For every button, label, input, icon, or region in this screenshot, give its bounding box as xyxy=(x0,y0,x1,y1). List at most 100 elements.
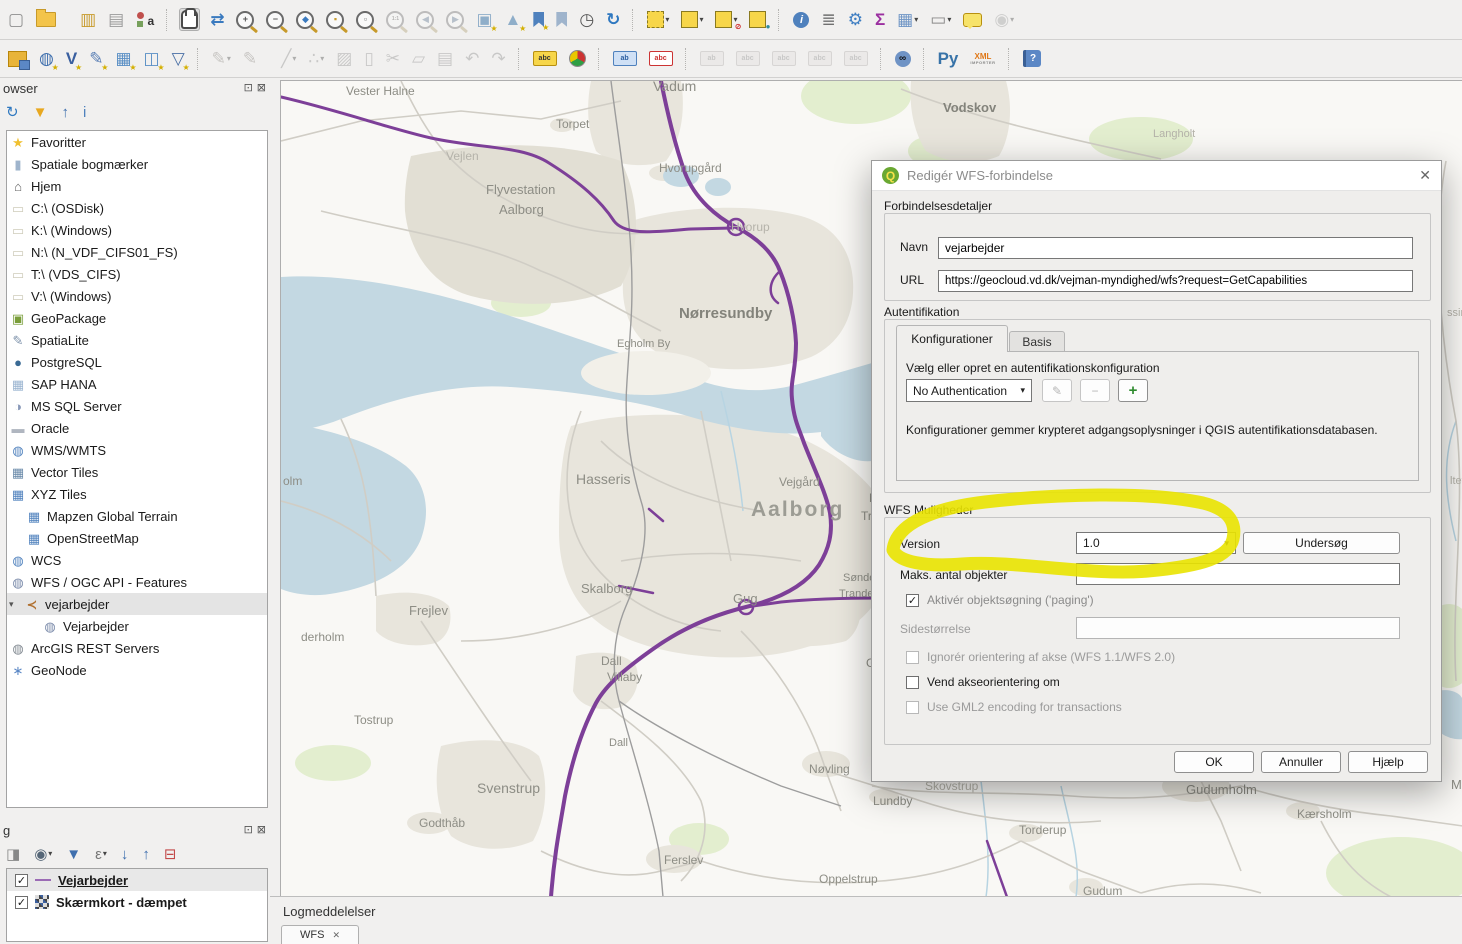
browser-item-spatialite[interactable]: ✎SpatiaLite xyxy=(7,329,267,351)
browser-item-wcs[interactable]: ◍WCS xyxy=(7,549,267,571)
xml-importer-button[interactable]: XMLIMPORTER xyxy=(968,51,997,67)
paging-checkbox-row[interactable]: ✓ Aktivér objektsøgning ('paging') xyxy=(906,593,1094,607)
detect-version-button[interactable]: Undersøg xyxy=(1243,532,1400,554)
invert-axis-checkbox-row[interactable]: Vend akseorientering om xyxy=(906,675,1060,689)
auth-config-select[interactable]: No Authentication ▾ xyxy=(906,379,1032,402)
zoom-in-button[interactable]: + xyxy=(234,9,256,31)
vertex-tool-button[interactable]: ∴▾ xyxy=(306,48,326,69)
map-tips-button[interactable] xyxy=(961,11,984,29)
expand-all-button[interactable]: ↓ xyxy=(119,845,131,864)
osm-place-search-button[interactable]: ∞ xyxy=(893,49,913,69)
run-feature-action-dropdown-icon[interactable]: ▾ xyxy=(1010,16,1014,24)
browser-item-mapzen-global-terrain[interactable]: ▦Mapzen Global Terrain xyxy=(7,505,267,527)
browser-item-spatiale-bogmærker[interactable]: ▮Spatiale bogmærker xyxy=(7,153,267,175)
new-3d-map-view-button[interactable]: ▲★ xyxy=(503,9,524,30)
add-postgis-layer-button[interactable]: ▦★ xyxy=(113,48,133,69)
rotate-label-button[interactable]: abc xyxy=(806,49,834,68)
manage-map-themes-button[interactable]: ◉▾ xyxy=(32,845,54,864)
auth-remove-button[interactable]: − xyxy=(1080,379,1110,402)
new-print-layout-button[interactable]: ▥ xyxy=(78,9,98,30)
temporal-controller-button[interactable]: ◷ xyxy=(577,9,596,30)
pan-map-button[interactable] xyxy=(179,8,200,31)
browser-item-favoritter[interactable]: ★Favoritter xyxy=(7,131,267,153)
identify-features-button[interactable]: i xyxy=(791,10,811,30)
version-select[interactable]: 1.0 ▾ xyxy=(1076,532,1236,554)
zoom-to-selection-button[interactable]: ▪ xyxy=(324,9,346,31)
layer-labeling-options-button[interactable]: abc xyxy=(531,49,559,68)
select-by-location-button[interactable]: ● xyxy=(747,9,768,30)
project-save-button[interactable] xyxy=(66,18,70,22)
tab-configurations[interactable]: Konfigurationer xyxy=(896,325,1008,352)
ok-button[interactable]: OK xyxy=(1174,751,1254,773)
filter-legend-button[interactable]: ▼ xyxy=(64,845,83,864)
layer-item-skærmkort-dæmpet[interactable]: ✓Skærmkort - dæmpet xyxy=(7,891,267,913)
browser-item-vejarbejder[interactable]: ◍Vejarbejder xyxy=(7,615,267,637)
dialog-close-button[interactable]: ✕ xyxy=(1419,167,1431,184)
url-input[interactable] xyxy=(938,270,1413,292)
statistics-abacus-button[interactable]: ≣ xyxy=(819,9,837,30)
cancel-button[interactable]: Annuller xyxy=(1261,751,1341,773)
new-shapefile-layer-button[interactable]: ▽★ xyxy=(170,48,187,69)
toggle-editing-button[interactable]: ✎ xyxy=(241,48,259,69)
zoom-native-resolution-button[interactable]: 1:1 xyxy=(384,9,406,31)
browser-item-postgresql[interactable]: ●PostgreSQL xyxy=(7,351,267,373)
layout-manager-button[interactable]: ▤ xyxy=(106,9,126,30)
browser-item-sap-hana[interactable]: ▦SAP HANA xyxy=(7,373,267,395)
help-contents-button[interactable]: ? xyxy=(1021,48,1043,69)
project-new-button[interactable]: ▢ xyxy=(6,9,26,30)
copy-features-button[interactable]: ▱ xyxy=(410,48,427,69)
pin-labels-button[interactable]: ab xyxy=(611,49,639,68)
vertex-tool-dropdown-icon[interactable]: ▾ xyxy=(320,55,324,63)
browser-item-k-windows[interactable]: ▭K:\ (Windows) xyxy=(7,219,267,241)
open-layer-styling-button[interactable]: ◨ xyxy=(4,845,22,864)
tab-basic[interactable]: Basis xyxy=(1009,331,1065,352)
select-features-by-value-button[interactable]: ▾ xyxy=(679,9,705,30)
zoom-full-extent-button[interactable]: ◆ xyxy=(294,9,316,31)
zoom-out-button[interactable]: − xyxy=(264,9,286,31)
manage-map-themes-dropdown-icon[interactable]: ▾ xyxy=(48,850,52,858)
layer-diagram-options-button[interactable] xyxy=(567,48,588,69)
redo-button[interactable]: ↷ xyxy=(489,48,507,69)
expander-icon[interactable]: ▾ xyxy=(9,599,19,610)
browser-item-hjem[interactable]: ⌂Hjem xyxy=(7,175,267,197)
browser-properties-button[interactable]: i xyxy=(81,103,88,122)
paste-features-button[interactable]: ▤ xyxy=(435,48,455,69)
layer-visibility-checkbox[interactable]: ✓ xyxy=(15,896,28,909)
layer-item-vejarbejder[interactable]: ✓Vejarbejder xyxy=(7,869,267,891)
modify-attributes-button[interactable]: ▨ xyxy=(334,48,354,69)
options-gear-button[interactable]: ⚙ xyxy=(846,9,865,30)
browser-item-n-n-vdf-cifs01-fs[interactable]: ▭N:\ (N_VDF_CIFS01_FS) xyxy=(7,241,267,263)
digitize-segment-dropdown-icon[interactable]: ▾ xyxy=(292,55,296,63)
undo-button[interactable]: ↶ xyxy=(463,48,481,69)
browser-refresh-button[interactable]: ↻ xyxy=(4,103,21,122)
refresh-map-button[interactable]: ↻ xyxy=(604,9,622,30)
save-layer-edits-button[interactable] xyxy=(267,57,271,61)
python-console-button[interactable]: Py xyxy=(936,48,961,69)
zoom-next-button[interactable]: ▶ xyxy=(444,9,466,31)
dialog-titlebar[interactable]: Q Redigér WFS-forbindelse ✕ xyxy=(872,161,1441,191)
show-hide-labels-button[interactable]: abc xyxy=(734,49,762,68)
browser-item-oracle[interactable]: ▬Oracle xyxy=(7,417,267,439)
zoom-last-button[interactable]: ◀ xyxy=(414,9,436,31)
select-features-dropdown-icon[interactable]: ▾ xyxy=(665,16,669,24)
browser-item-geopackage[interactable]: ▣GeoPackage xyxy=(7,307,267,329)
browser-item-v-windows[interactable]: ▭V:\ (Windows) xyxy=(7,285,267,307)
highlight-pinned-labels-button[interactable]: abc xyxy=(647,49,675,68)
browser-item-wfs-ogc-api-features[interactable]: ◍WFS / OGC API - Features xyxy=(7,571,267,593)
browser-item-xyz-tiles[interactable]: ▦XYZ Tiles xyxy=(7,483,267,505)
new-spatial-bookmark-button[interactable]: ★ xyxy=(531,10,546,29)
zoom-to-layer-button[interactable]: ▫ xyxy=(354,9,376,31)
add-vector-layer-button[interactable]: V★ xyxy=(64,48,79,69)
measure-dropdown-icon[interactable]: ▾ xyxy=(947,16,951,24)
cut-features-button[interactable]: ✂ xyxy=(384,48,402,69)
digitize-segment-button[interactable]: ╱▾ xyxy=(279,48,298,69)
help-button[interactable]: Hjælp xyxy=(1348,751,1428,773)
new-map-view-button[interactable]: ▣★ xyxy=(474,9,494,30)
data-source-manager-button[interactable] xyxy=(6,49,29,69)
layers-panel-float-button[interactable]: ⊡ xyxy=(244,823,253,836)
browser-item-geonode[interactable]: ∗GeoNode xyxy=(7,659,267,681)
browser-panel-float-button[interactable]: ⊡ xyxy=(244,81,253,94)
remove-layer-button[interactable]: ⊟ xyxy=(162,845,179,864)
browser-item-wms-wmts[interactable]: ◍WMS/WMTS xyxy=(7,439,267,461)
statistical-summary-button[interactable]: Σ xyxy=(873,9,887,30)
